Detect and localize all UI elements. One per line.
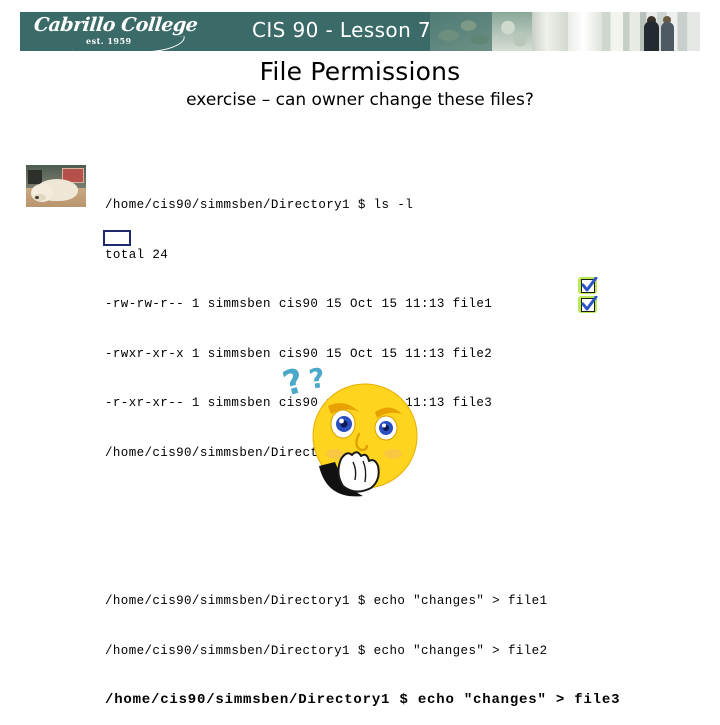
photo-column-1	[532, 12, 568, 51]
logo-established-text: est. 1959	[86, 36, 132, 46]
checkmark-glyph	[581, 296, 598, 311]
header-banner: Cabrillo College est. 1959 CIS 90 - Less…	[20, 12, 700, 51]
dog-nose	[35, 196, 39, 199]
question-mark-large: ?	[307, 363, 328, 396]
photo-columns-3	[602, 12, 640, 51]
checkmark-glyph	[581, 277, 598, 292]
lesson-title: CIS 90 - Lesson 7	[252, 18, 432, 42]
file2-check-icon	[578, 296, 598, 313]
question-mark-small: ?	[283, 362, 308, 405]
terminal-command-line-emphasized: /home/cis90/simmsben/Directory1 $ echo "…	[105, 692, 621, 708]
thinking-smiley-icon: ? ?	[278, 361, 433, 522]
terminal-line: -rwxr-xr-x 1 simmsben cis90 15 Oct 15 11…	[105, 346, 493, 361]
page-subtitle: exercise – can owner change these files?	[186, 90, 534, 110]
terminal-line: -rw-rw-r-- 1 simmsben cis90 15 Oct 15 11…	[105, 297, 493, 311]
photo-tree	[492, 12, 532, 51]
terminal-line: /home/cis90/simmsben/Directory1 $ ls -l	[105, 198, 414, 212]
photo-column-2	[568, 12, 602, 51]
banner-photo-strip	[430, 12, 700, 51]
student-body-2	[661, 22, 674, 51]
terminal-line: total 24	[105, 247, 169, 262]
terminal-command-line: /home/cis90/simmsben/Directory1 $ echo "…	[105, 643, 548, 658]
student-body-1	[644, 21, 659, 51]
terminal-command-line: /home/cis90/simmsben/Directory1 $ echo "…	[105, 594, 548, 608]
cabrillo-college-logo: Cabrillo College est. 1959	[33, 14, 199, 51]
page-title: File Permissions	[259, 57, 461, 86]
photo-foliage	[430, 12, 492, 51]
photo-dark-object	[28, 170, 42, 184]
logo-wordmark: Cabrillo College	[32, 14, 199, 36]
photo-students	[640, 12, 700, 51]
dog-photo	[26, 165, 86, 207]
file1-check-icon	[578, 277, 598, 294]
